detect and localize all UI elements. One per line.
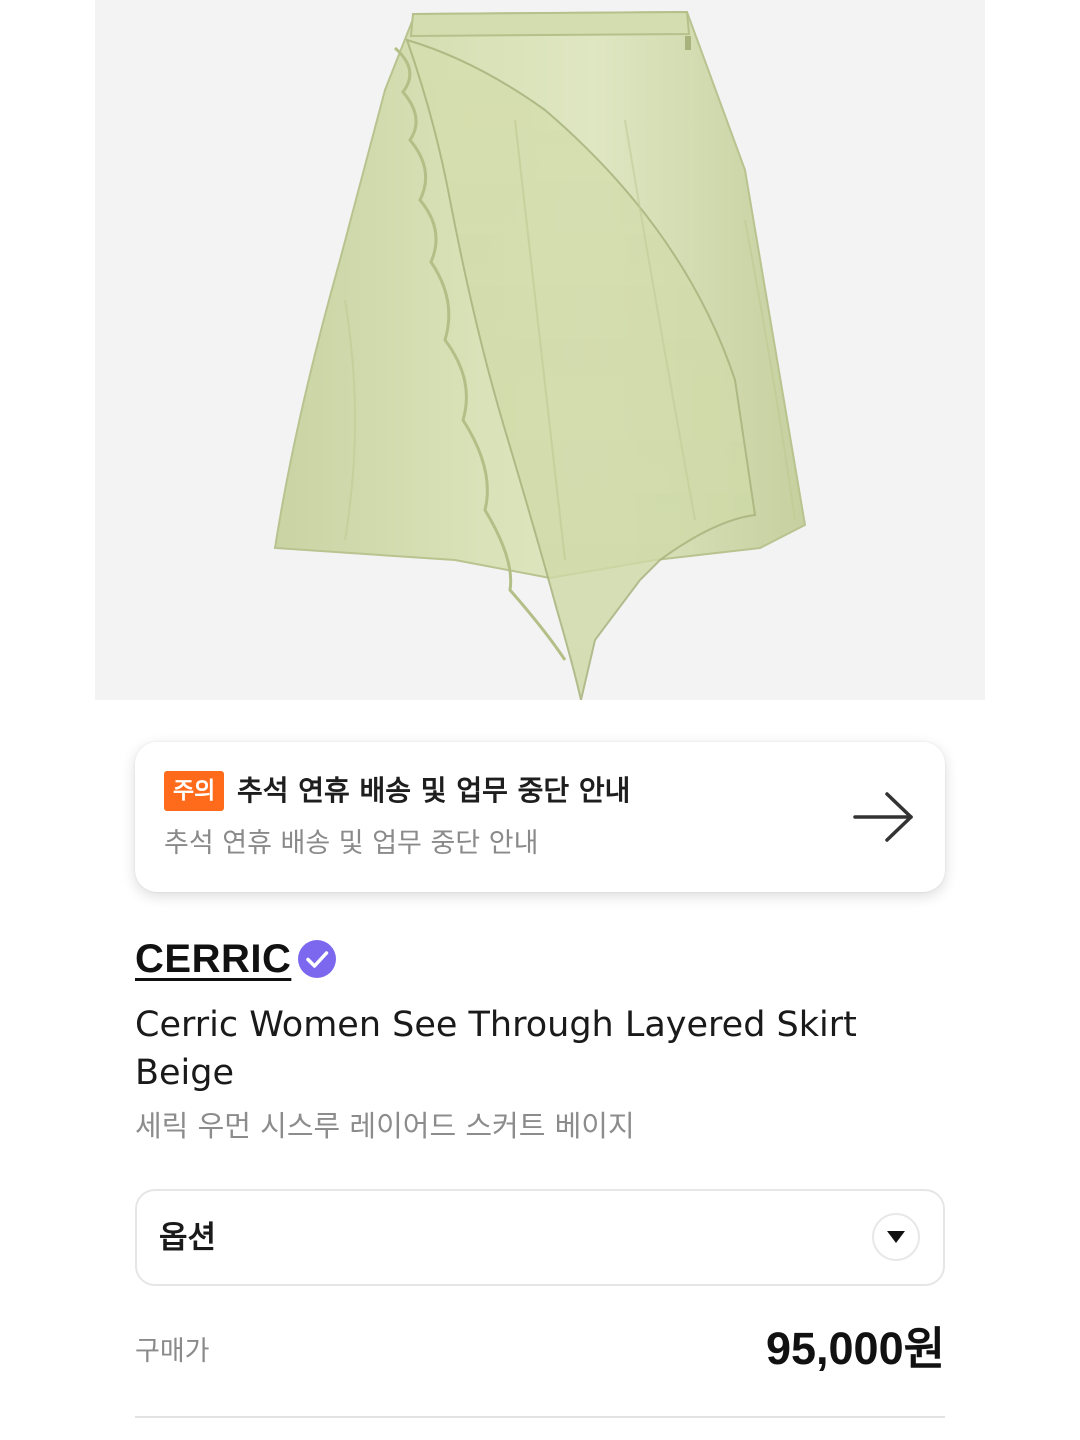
product-name-english: Cerric Women See Through Layered Skirt B… — [135, 1005, 857, 1093]
divider — [135, 1416, 945, 1418]
product-detail-page: 주의 추석 연휴 배송 및 업무 중단 안내 추석 연휴 배송 및 업무 중단 … — [0, 0, 1080, 1440]
brand-row: CERRIC — [135, 934, 337, 984]
price-value: 95,000원 — [765, 1323, 945, 1374]
warning-badge: 주의 — [164, 771, 225, 811]
product-name-korean: 세릭 우먼 시스루 레이어드 스커트 베이지 — [135, 1109, 635, 1143]
price-label: 구매가 — [135, 1336, 210, 1367]
notice-title: 추석 연휴 배송 및 업무 중단 안내 — [237, 774, 631, 807]
chevron-down-icon[interactable] — [872, 1213, 920, 1261]
price-row: 구매가 95,000원 — [135, 1320, 945, 1380]
notice-subtitle: 추석 연휴 배송 및 업무 중단 안내 — [164, 828, 539, 859]
product-image[interactable] — [95, 0, 985, 700]
verified-check-icon — [297, 939, 337, 979]
option-label: 옵션 — [159, 1220, 217, 1256]
brand-name-link[interactable]: CERRIC — [135, 937, 291, 982]
skirt-product-photo — [273, 10, 807, 700]
option-select[interactable]: 옵션 — [135, 1189, 945, 1286]
holiday-notice-card[interactable]: 주의 추석 연휴 배송 및 업무 중단 안내 추석 연휴 배송 및 업무 중단 … — [135, 742, 945, 892]
arrow-right-icon[interactable] — [853, 790, 915, 844]
